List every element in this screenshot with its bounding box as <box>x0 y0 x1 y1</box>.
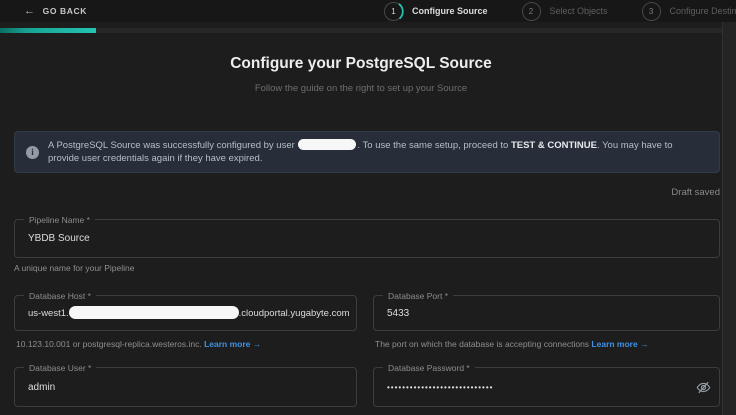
step-3-circle: 3 <box>642 2 661 21</box>
back-arrow-icon: ← <box>24 5 36 17</box>
database-password-value: •••••••••••••••••••••••••••• <box>387 368 689 406</box>
step-configure-source[interactable]: 1 Configure Source <box>384 2 488 21</box>
redacted-host-segment <box>69 306 239 319</box>
progress-bar-fill <box>0 28 96 33</box>
draft-saved-status: Draft saved <box>671 187 720 198</box>
database-host-input[interactable]: Database Host * us-west1..cloudportal.yu… <box>14 295 357 331</box>
pipeline-name-helper: A unique name for your Pipeline <box>14 263 135 273</box>
configure-source-page: ← GO BACK 1 Configure Source 2 Select Ob… <box>0 0 736 415</box>
go-back-label: GO BACK <box>43 6 87 16</box>
step-2-label: Select Objects <box>550 6 608 16</box>
step-1-label: Configure Source <box>412 6 488 16</box>
page-title: Configure your PostgreSQL Source <box>0 55 722 73</box>
step-2-circle: 2 <box>522 2 541 21</box>
database-host-value: us-west1..cloudportal.yugabyte.com <box>28 296 356 330</box>
eye-slash-icon[interactable] <box>695 379 711 395</box>
database-host-helper: 10.123.10.001 or postgresql-replica.west… <box>16 339 261 349</box>
info-icon: i <box>26 146 39 159</box>
step-3-label: Configure Destination <box>670 6 736 16</box>
step-1-circle: 1 <box>384 2 403 21</box>
top-bar: ← GO BACK 1 Configure Source 2 Select Ob… <box>0 0 736 22</box>
database-port-input[interactable]: Database Port * 5433 <box>373 295 720 331</box>
step-1-progress-arc <box>383 1 404 22</box>
wizard-stepper: 1 Configure Source 2 Select Objects 3 Co… <box>384 0 736 22</box>
go-back-button[interactable]: ← GO BACK <box>24 5 87 17</box>
pipeline-name-input[interactable]: Pipeline Name * YBDB Source <box>14 219 720 258</box>
page-subtitle: Follow the guide on the right to set up … <box>0 83 722 94</box>
progress-bar-track <box>0 28 736 33</box>
info-banner: i A PostgreSQL Source was successfully c… <box>14 131 720 173</box>
pipeline-name-value: YBDB Source <box>28 220 709 257</box>
port-learn-more-link[interactable]: Learn more → <box>591 339 648 349</box>
database-port-value: 5433 <box>387 296 709 330</box>
database-user-value: admin <box>28 368 346 406</box>
step-select-objects[interactable]: 2 Select Objects <box>522 2 608 21</box>
guide-panel-edge <box>722 22 736 415</box>
redacted-username <box>298 139 356 150</box>
step-configure-destination[interactable]: 3 Configure Destination <box>642 2 736 21</box>
info-banner-text: A PostgreSQL Source was successfully con… <box>48 139 719 166</box>
database-user-input[interactable]: Database User * admin <box>14 367 357 407</box>
database-password-input[interactable]: Database Password * ••••••••••••••••••••… <box>373 367 720 407</box>
host-learn-more-link[interactable]: Learn more → <box>204 339 261 349</box>
test-continue-emphasis: TEST & CONTINUE <box>511 140 597 151</box>
database-port-helper: The port on which the database is accept… <box>375 339 649 349</box>
